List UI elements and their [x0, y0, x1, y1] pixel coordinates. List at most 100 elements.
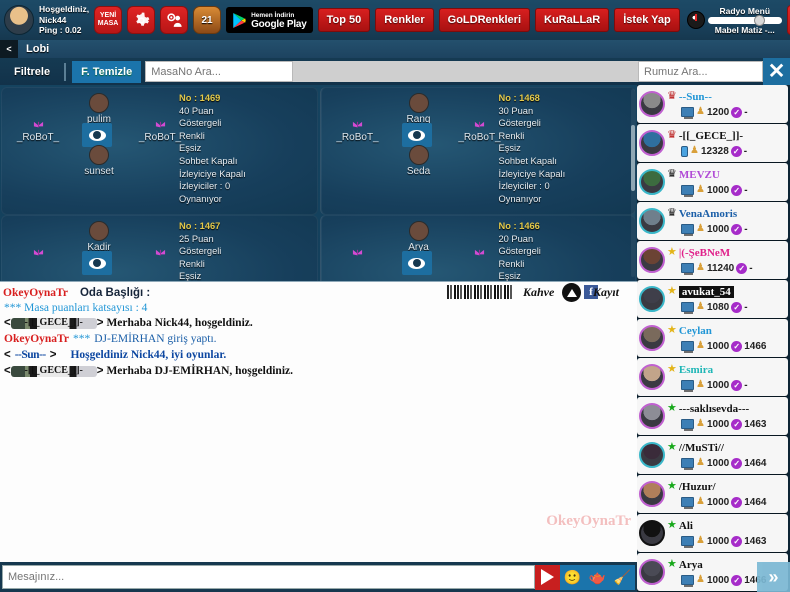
table-number: No : 1467 [179, 221, 221, 231]
game-table[interactable]: Kadir No : 1467 25 Puan Göstergeli Renkl… [1, 215, 318, 281]
table-number-search-input[interactable] [145, 61, 294, 82]
watch-table-icon[interactable] [82, 123, 112, 147]
person-icon: ♟ [696, 106, 705, 117]
back-button[interactable]: < [0, 40, 18, 58]
user-avatar[interactable] [639, 247, 665, 273]
game-table[interactable]: pulim _RoBoT_ _RoBoT_ sunset No : 1469 4… [1, 87, 318, 215]
user-avatar[interactable] [639, 169, 665, 195]
user-list-item[interactable]: ★ avukat_54 ♟ 1080 ✓ - [637, 280, 788, 318]
chat-nickname: --Sun-- [14, 349, 47, 361]
user-nickname: Arya [678, 558, 703, 571]
seat-top[interactable]: pulim [64, 93, 134, 125]
seat-left[interactable]: _RoBoT_ [323, 120, 393, 143]
game-table[interactable]: Arya No : 1466 20 Puan Göstergeli Renkli… [319, 215, 636, 281]
butterfly-icon [474, 121, 485, 128]
watch-table-icon[interactable] [401, 251, 432, 275]
person-icon: ♟ [696, 457, 705, 468]
send-button[interactable] [535, 564, 560, 590]
filter-label[interactable]: Filtrele [0, 66, 64, 78]
watch-table-icon[interactable] [82, 251, 112, 275]
goldrenkleri-button[interactable]: GoLDRenkleri [438, 8, 531, 32]
next-page-button[interactable]: » [757, 562, 790, 592]
user-avatar[interactable] [639, 130, 665, 156]
user-nickname: //MuSTi// [678, 441, 724, 454]
tea-glass-button[interactable]: 🫖 [585, 564, 610, 590]
seat-top[interactable]: Arya [384, 221, 454, 253]
google-play-button[interactable]: Hemen İndirin Google Play [226, 7, 313, 33]
settings-button[interactable] [127, 6, 156, 34]
user-list-item[interactable]: ★ Ali ♟ 1000 ✓ 1463 [637, 514, 788, 552]
emoji-button[interactable]: 🙂 [560, 564, 585, 590]
user-avatar[interactable] [639, 286, 665, 312]
istek-yap-button[interactable]: İstek Yap [614, 8, 680, 32]
monitor-icon [681, 341, 694, 353]
watch-table-icon[interactable] [401, 123, 432, 147]
player-avatar [408, 93, 429, 113]
user-avatar[interactable] [639, 442, 665, 468]
seat-left[interactable]: _RoBoT_ [3, 120, 73, 143]
user-list-item[interactable]: ♛ -[[_GECE_]]- ♟ 12328 ✓ - [637, 124, 788, 162]
kurallar-button[interactable]: KuRaLLaR [535, 8, 610, 32]
nickname-search-input[interactable] [638, 61, 763, 82]
message-input[interactable] [2, 565, 535, 589]
table-list[interactable]: pulim _RoBoT_ _RoBoT_ sunset No : 1469 4… [0, 85, 637, 281]
user-list-item[interactable]: ♛ MEVZU ♟ 1000 ✓ - [637, 163, 788, 201]
top50-button[interactable]: Top 50 [317, 8, 371, 32]
radio-menu[interactable]: Radyo Menü Mabel Matiz -... [686, 6, 782, 35]
coin-counter[interactable]: 21 [193, 6, 222, 34]
user-nickname: VenaAmoris [678, 207, 738, 220]
user-info: ♛ --Sun-- ♟ 1200 ✓ - [667, 89, 786, 120]
avatar[interactable] [4, 5, 34, 35]
seat-bottom[interactable]: sunset [64, 145, 134, 177]
user-avatar[interactable] [639, 520, 665, 546]
bracket-close: > [96, 317, 104, 329]
table-unique: Eşsiz [498, 271, 521, 281]
friends-settings-button[interactable] [160, 6, 189, 34]
user-list-item[interactable]: ★ Ceylan ♟ 1000 ✓ 1466 [637, 319, 788, 357]
user-avatar[interactable] [639, 208, 665, 234]
table-scrollbar-thumb[interactable] [631, 125, 635, 191]
user-nickname: --Sun-- [678, 90, 712, 103]
clear-filter-button[interactable]: F. Temizle [72, 60, 142, 83]
user-list-item[interactable]: ★/Huzur/ ♟ 1000 ✓ 1464 [637, 475, 788, 513]
user-points: 1200 [706, 106, 730, 118]
user-list-item[interactable]: ★ Esmira ♟ 1000 ✓ - [637, 358, 788, 396]
close-icon[interactable]: ✕ [763, 58, 790, 85]
person-icon: ♟ [696, 184, 705, 195]
user-avatar[interactable] [639, 364, 665, 390]
seat-bottom[interactable]: Seda [384, 145, 454, 177]
seat-left[interactable] [323, 248, 393, 259]
player-name: _RoBoT_ [16, 132, 60, 143]
table-row: pulim _RoBoT_ _RoBoT_ sunset No : 1469 4… [0, 85, 637, 215]
renkler-button[interactable]: Renkler [375, 8, 434, 32]
game-table[interactable]: Ranq _RoBoT_ _RoBoT_ Seda No : 1468 30 P… [319, 87, 636, 215]
user-list[interactable]: ♛ --Sun-- ♟ 1200 ✓ - ♛ -[[_GECE_]]- ♟ 12328 ✓ - ♛ MEV… [637, 85, 790, 592]
arrow-up-icon[interactable] [562, 283, 581, 302]
user-list-item[interactable]: ★ |(-ŞeBNeM ♟ 11240 ✓ - [637, 241, 788, 279]
radio-power-icon[interactable] [686, 11, 705, 29]
chat-panel[interactable]: OkeyOynaTr Oda Başlığı : Kahve f Kayıt *… [0, 281, 637, 562]
user-info: ★//MuSTi// ♟ 1000 ✓ 1464 [667, 440, 786, 471]
seat-top[interactable]: Kadir [64, 221, 134, 253]
user-list-item[interactable]: ♛ --Sun-- ♟ 1200 ✓ - [637, 85, 788, 123]
monitor-icon [681, 224, 694, 236]
table-unique: Eşsiz [498, 143, 521, 154]
user-info: ♛ -[[_GECE_]]- ♟ 12328 ✓ - [667, 128, 786, 159]
user-avatar[interactable] [639, 559, 665, 585]
seat-top[interactable]: Ranq [384, 93, 454, 125]
user-list-item[interactable]: ♛ VenaAmoris ♟ 1000 ✓ - [637, 202, 788, 240]
user-avatar[interactable] [639, 325, 665, 351]
user-points: 11240 [706, 262, 735, 274]
new-table-button[interactable]: YENİ MASA [94, 6, 123, 34]
user-avatar[interactable] [639, 91, 665, 117]
user-points: 12328 [700, 145, 729, 157]
clear-chat-button[interactable]: 🧹 [610, 564, 635, 590]
user-avatar[interactable] [639, 481, 665, 507]
chat-nickname: -[[_GECE_]]- [24, 365, 83, 376]
table-row: Kadir No : 1467 25 Puan Göstergeli Renkl… [0, 213, 637, 281]
seat-left[interactable] [3, 248, 73, 259]
user-list-item[interactable]: ★ ---saklısevda--- ♟ 1000 ✓ 1463 [637, 397, 788, 435]
radio-volume-slider[interactable] [707, 14, 782, 26]
user-list-item[interactable]: ★//MuSTi// ♟ 1000 ✓ 1464 [637, 436, 788, 474]
user-avatar[interactable] [639, 403, 665, 429]
